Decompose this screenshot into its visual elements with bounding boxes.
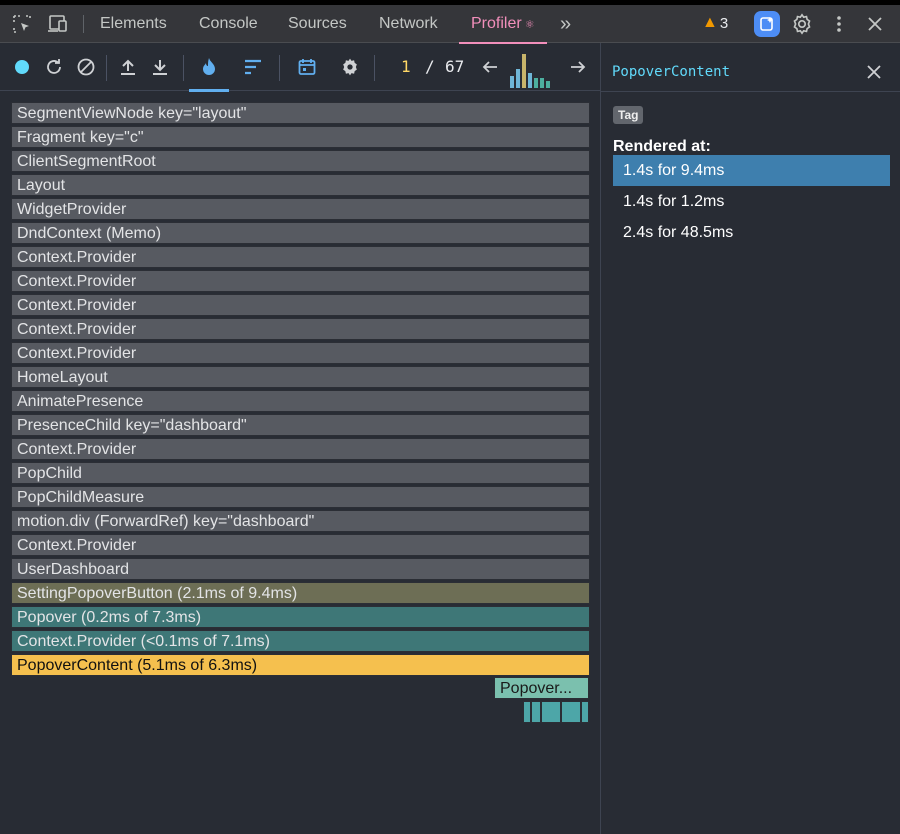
- ranked-chart-icon[interactable]: [241, 55, 265, 79]
- commit-bar[interactable]: [528, 73, 532, 88]
- toolbar-divider: [183, 55, 184, 81]
- flamegraph: PopoverContent (5.1ms of 6.3ms) Context.P…: [0, 91, 600, 834]
- profiler-toolbar: 1 / 67: [0, 43, 600, 92]
- load-profile-upload-icon[interactable]: [116, 55, 140, 79]
- commit-separator: /: [425, 57, 435, 76]
- tab-sources[interactable]: Sources: [288, 5, 347, 43]
- flame-bar[interactable]: PresenceChild key="dashboard": [11, 414, 590, 436]
- flame-bar[interactable]: HomeLayout: [11, 366, 590, 388]
- record-icon[interactable]: [10, 55, 34, 79]
- flame-bar[interactable]: Context.Provider: [11, 294, 590, 316]
- tab-elements[interactable]: Elements: [100, 5, 167, 43]
- warning-icon: ▲: [702, 14, 718, 31]
- warnings-counter[interactable]: ▲ 3: [702, 14, 728, 32]
- tab-profiler-label: Profiler: [471, 15, 522, 32]
- tab-profiler[interactable]: Profiler ⚛: [459, 5, 547, 44]
- flame-bar[interactable]: DndContext (Memo): [11, 222, 590, 244]
- reload-and-profile-icon[interactable]: [42, 55, 66, 79]
- flame-bar[interactable]: Context.Provider: [11, 270, 590, 292]
- close-panel-icon[interactable]: [863, 61, 885, 83]
- render-entry[interactable]: 2.4s for 48.5ms: [613, 217, 890, 248]
- devtools-window: Elements Console Sources Network Profile…: [0, 5, 900, 834]
- commit-bar[interactable]: [546, 81, 550, 88]
- selected-component-name: PopoverContent: [612, 64, 731, 80]
- save-profile-download-icon[interactable]: [148, 55, 172, 79]
- flame-bar[interactable]: AnimatePresence: [11, 390, 590, 412]
- flame-bar[interactable]: PopChildMeasure: [11, 486, 590, 508]
- render-entry[interactable]: 1.4s for 1.2ms: [613, 186, 890, 217]
- tab-console[interactable]: Console: [199, 5, 258, 43]
- flame-bar[interactable]: Context.Provider: [11, 438, 590, 460]
- flame-bar[interactable]: SegmentViewNode key="layout": [11, 102, 590, 124]
- commit-bar[interactable]: [540, 78, 544, 88]
- flame-child-popover[interactable]: Popover...: [494, 677, 589, 699]
- rendered-at-label: Rendered at:: [613, 138, 711, 155]
- flame-bar[interactable]: ClientSegmentRoot: [11, 150, 590, 172]
- ai-assistance-icon[interactable]: [754, 11, 780, 37]
- flame-mini-bar[interactable]: [561, 701, 581, 723]
- tab-network[interactable]: Network: [379, 5, 438, 43]
- flame-mini-bar[interactable]: [541, 701, 561, 723]
- next-commit-arrow-icon[interactable]: [566, 55, 590, 79]
- commit-selector-chart[interactable]: [510, 54, 552, 88]
- toolbar-divider: [374, 55, 375, 81]
- render-entry[interactable]: 1.4s for 9.4ms: [613, 155, 890, 186]
- flame-bar[interactable]: SettingPopoverButton (2.1ms of 9.4ms): [11, 582, 590, 604]
- commit-bar[interactable]: [522, 54, 526, 88]
- flame-bar[interactable]: Context.Provider: [11, 342, 590, 364]
- commit-total: 67: [445, 57, 465, 76]
- commit-bar[interactable]: [516, 69, 520, 88]
- flame-bar[interactable]: Context.Provider: [11, 318, 590, 340]
- tag-badge: Tag: [613, 106, 644, 124]
- flame-bar[interactable]: WidgetProvider: [11, 198, 590, 220]
- toolbar-divider: [279, 55, 280, 81]
- clear-profiling-data-icon[interactable]: [74, 55, 98, 79]
- flamegraph-flame-icon[interactable]: [189, 55, 229, 92]
- more-options-kebab-icon[interactable]: [827, 12, 851, 36]
- close-devtools-icon[interactable]: [863, 12, 887, 36]
- inspect-element-icon[interactable]: [10, 12, 34, 36]
- commit-bar[interactable]: [510, 76, 514, 88]
- settings-gear-icon[interactable]: [790, 12, 814, 36]
- flame-bar[interactable]: UserDashboard: [11, 558, 590, 580]
- devtools-tab-bar: Elements Console Sources Network Profile…: [0, 5, 900, 44]
- profiler-settings-gear-icon[interactable]: [338, 55, 362, 79]
- flame-bar[interactable]: Fragment key="c": [11, 126, 590, 148]
- flame-bar[interactable]: Context.Provider (<0.1ms of 7.1ms): [11, 630, 590, 652]
- flame-bar[interactable]: Context.Provider: [11, 246, 590, 268]
- flame-mini-bar[interactable]: [531, 701, 541, 723]
- panel-divider: [601, 91, 900, 92]
- flame-bar[interactable]: Layout: [11, 174, 590, 196]
- component-detail-panel: PopoverContent Tag Rendered at: 1.4s for…: [600, 43, 900, 834]
- flame-bar[interactable]: PopoverContent (5.1ms of 6.3ms): [11, 654, 590, 676]
- device-toolbar-icon[interactable]: [46, 12, 70, 36]
- flame-bar[interactable]: Popover (0.2ms of 7.3ms): [11, 606, 590, 628]
- more-tabs-chevron-icon[interactable]: »: [560, 5, 571, 43]
- flame-mini-bar[interactable]: [523, 701, 531, 723]
- warnings-count: 3: [719, 14, 729, 32]
- flame-bar[interactable]: motion.div (ForwardRef) key="dashboard": [11, 510, 590, 532]
- toolbar-divider: [106, 55, 107, 81]
- previous-commit-arrow-icon[interactable]: [478, 55, 502, 79]
- flame-bar[interactable]: Context.Provider: [11, 534, 590, 556]
- flame-mini-bar[interactable]: [581, 701, 589, 723]
- react-icon: ⚛: [524, 19, 535, 31]
- flame-bar[interactable]: PopChild: [11, 462, 590, 484]
- commit-index: 1: [401, 57, 411, 76]
- commit-bar[interactable]: [534, 78, 538, 88]
- tab-bar-divider: [83, 15, 84, 33]
- timeline-calendar-icon[interactable]: [295, 55, 319, 79]
